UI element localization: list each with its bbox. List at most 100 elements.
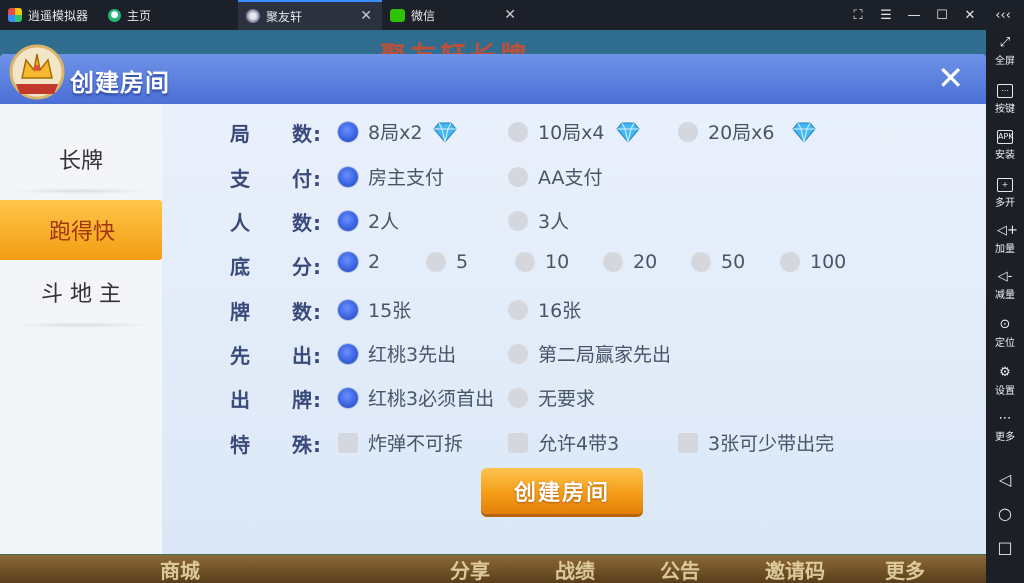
checkbox[interactable] [508,432,528,453]
sidebar-fullscreen[interactable]: ⤢ 全屏 [986,36,1024,67]
collapse-icon[interactable]: ‹‹‹ [990,0,1016,30]
option-rounds-8[interactable]: 8局x2 [338,118,458,145]
sidebar-label: 全屏 [995,56,1015,67]
option-label: 16张 [538,300,582,322]
sidebar-install[interactable]: APK 安装 [986,130,1024,161]
sidebar-volume-down[interactable]: ◁- 减量 [986,270,1024,301]
option-cards-15[interactable]: 15张 [338,296,411,323]
tab-label: 逍遥模拟器 [28,8,89,23]
radio-selected[interactable] [338,387,358,408]
sidebar-multi[interactable]: + 多开 [986,178,1024,209]
option-score-5[interactable]: 5 [426,251,468,273]
back-icon[interactable]: ◁ [986,470,1024,489]
radio-unselected[interactable] [508,166,528,187]
emulator-logo-icon [8,8,22,22]
maximize-icon[interactable]: ☐ [929,0,955,30]
radio-unselected[interactable] [515,252,535,272]
nav-item-label: 斗 地 主 [41,282,121,307]
radio-unselected[interactable] [508,387,528,408]
option-first-heart3[interactable]: 红桃3先出 [338,340,456,367]
nav-item-doudizhu[interactable]: 斗 地 主 [0,262,162,322]
nav-item-changpai[interactable]: 长牌 [0,129,162,189]
volume-down-icon: ◁- [997,269,1013,284]
sidebar-keys[interactable]: ⋯ 按键 [986,84,1024,115]
dialog-header: 创建房间 ✕ [0,44,986,104]
sidebar-more[interactable]: ⋯ 更多 [986,412,1024,443]
option-score-10[interactable]: 10 [515,251,569,273]
row-label-special: 特殊: [230,433,322,457]
option-score-100[interactable]: 100 [780,251,846,273]
minimize-icon[interactable]: — [901,0,927,30]
tab-emulator-app[interactable]: 逍遥模拟器 [0,0,100,30]
close-icon[interactable]: ✕ [937,62,964,94]
option-label: 5 [456,251,469,273]
nav-divider [10,188,152,194]
radio-selected[interactable] [338,299,358,320]
radio-unselected[interactable] [426,252,446,272]
dialog-title: 创建房间 [70,69,170,97]
close-icon[interactable]: ✕ [957,0,983,30]
radio-unselected[interactable] [508,210,528,231]
nav-item-label: 长牌 [58,149,103,174]
option-payment-host[interactable]: 房主支付 [338,163,444,190]
option-label: 50 [721,251,746,273]
option-players-2[interactable]: 2人 [338,207,399,234]
keyboard-icon: ⋯ [997,84,1013,98]
radio-selected[interactable] [338,343,358,364]
sidebar-settings[interactable]: ⚙ 设置 [986,366,1024,397]
radio-selected[interactable] [338,166,358,187]
option-label: 2 [368,251,381,273]
option-label: 允许4带3 [538,433,620,455]
emulator-side-toolbar: ⤢ 全屏 ⋯ 按键 APK 安装 + 多开 ◁+ 加量 ◁- 减量 ⊙ 定位 ⚙ 设置 ⋯ 更多 … [986,30,1024,583]
radio-unselected[interactable] [508,121,528,142]
radio-unselected[interactable] [780,252,800,272]
tab-game[interactable]: 聚友轩 ✕ [238,0,382,30]
tab-label: 主页 [127,8,152,23]
row-label-card-count: 牌数: [230,300,322,324]
recents-icon[interactable]: □ [986,538,1024,557]
row-label-payment: 支付: [230,167,322,191]
settings-icon: ⚙ [999,365,1011,380]
option-cards-16[interactable]: 16张 [508,296,581,323]
option-rounds-20[interactable]: 20局x6 [678,118,817,145]
sidebar-volume-up[interactable]: ◁+ 加量 [986,224,1024,255]
option-first-winner[interactable]: 第二局赢家先出 [508,340,671,367]
radio-unselected[interactable] [508,299,528,320]
tab-label: 微信 [411,8,436,23]
option-play-no-requirement[interactable]: 无要求 [508,384,595,411]
option-rounds-10[interactable]: 10局x4 [508,118,641,145]
volume-up-icon: ◁+ [997,223,1018,238]
tab-home[interactable]: ● 主页 [100,0,238,30]
more-icon: ⋯ [998,411,1012,426]
option-score-20[interactable]: 20 [603,251,657,273]
radio-selected[interactable] [338,210,358,231]
option-label: 100 [810,251,847,273]
close-tab-icon[interactable]: ✕ [504,7,516,23]
sidebar-location[interactable]: ⊙ 定位 [986,318,1024,349]
fullscreen-icon[interactable]: ⛶ [845,0,871,30]
radio-unselected[interactable] [678,121,698,142]
radio-unselected[interactable] [603,252,623,272]
checkbox[interactable] [678,432,698,453]
option-special-3less[interactable]: 3张可少带出完 [678,429,834,456]
nav-item-paodekuai[interactable]: 跑得快 [0,200,164,260]
option-score-50[interactable]: 50 [691,251,745,273]
checkbox[interactable] [338,432,358,453]
create-room-button[interactable]: 创建房间 [481,468,643,514]
radio-unselected[interactable] [691,252,711,272]
option-players-3[interactable]: 3人 [508,207,569,234]
close-tab-icon[interactable]: ✕ [360,8,372,24]
tab-wechat[interactable]: 微信 ✕ [382,0,526,30]
radio-selected[interactable] [338,121,358,142]
option-label: 8局x2 [368,122,423,144]
radio-selected[interactable] [338,252,358,272]
option-payment-aa[interactable]: AA支付 [508,163,603,190]
option-play-heart3-first[interactable]: 红桃3必须首出 [338,384,494,411]
option-special-4with3[interactable]: 允许4带3 [508,429,619,456]
option-special-bomb[interactable]: 炸弹不可拆 [338,429,463,456]
menu-icon[interactable]: ☰ [873,0,899,30]
radio-unselected[interactable] [508,343,528,364]
home-circle-icon[interactable]: ○ [986,504,1024,523]
option-score-2[interactable]: 2 [338,251,380,273]
apk-icon: APK [997,130,1014,144]
